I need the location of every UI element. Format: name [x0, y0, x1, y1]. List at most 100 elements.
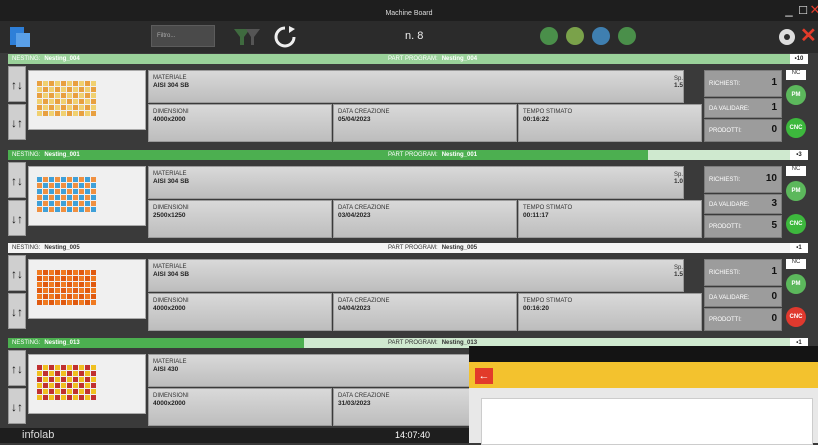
- status-edit-icon[interactable]: [566, 27, 584, 45]
- app-logo-icon[interactable]: [8, 25, 32, 49]
- nc-button[interactable]: NC: [786, 70, 806, 80]
- nesting-label: NESTING: Nesting_013: [12, 338, 80, 348]
- nesting-part-shape: [85, 195, 90, 200]
- cnc-button[interactable]: CNC: [786, 307, 806, 327]
- clock: 14:07:40: [395, 430, 431, 440]
- nesting-part-shape: [67, 183, 72, 188]
- move-up-button[interactable]: ↑↓: [8, 255, 26, 291]
- move-up-button[interactable]: ↑↓: [8, 162, 26, 198]
- status-ok-icon[interactable]: [618, 27, 636, 45]
- nesting-part-shape: [79, 389, 84, 394]
- thickness-field: Sp. 1.0: [674, 172, 683, 185]
- nesting-part-shape: [43, 105, 48, 110]
- nesting-part-shape: [91, 365, 96, 370]
- nc-button[interactable]: NC: [786, 166, 806, 176]
- creation-date-cell: DATA CREAZIONE 04/04/2023: [333, 293, 517, 331]
- nesting-thumbnail[interactable]: [28, 354, 146, 414]
- nesting-part-shape: [43, 207, 48, 212]
- nesting-part-shape: [43, 371, 48, 376]
- nesting-part-shape: [79, 383, 84, 388]
- nesting-part-shape: [37, 288, 42, 293]
- creation-date-value: 05/04/2023: [338, 116, 371, 123]
- to-validate-cell: DA VALIDARE: 1: [704, 98, 782, 118]
- nesting-part-shape: [61, 207, 66, 212]
- nesting-part-shape: [91, 395, 96, 400]
- nesting-part-shape: [43, 395, 48, 400]
- estimated-time-cell: TEMPO STIMATO 00:11:17: [518, 200, 702, 238]
- nesting-caption: NESTING:: [12, 56, 41, 62]
- nesting-part-shape: [73, 81, 78, 86]
- dimensions-caption: DIMENSIONI: [153, 298, 189, 304]
- pm-button[interactable]: PM: [786, 274, 806, 294]
- settings-icon[interactable]: [776, 26, 798, 48]
- back-arrow-icon[interactable]: ←: [475, 368, 493, 384]
- move-down-button[interactable]: ↓↑: [8, 200, 26, 236]
- nesting-part-shape: [67, 389, 72, 394]
- nesting-part-shape: [43, 81, 48, 86]
- to-validate-caption: DA VALIDARE:: [709, 106, 750, 112]
- search-input[interactable]: Filtro...: [151, 25, 215, 47]
- nesting-label: NESTING: Nesting_005: [12, 243, 80, 253]
- nesting-part-shape: [55, 111, 60, 116]
- exit-icon[interactable]: ✕: [800, 23, 817, 48]
- nesting-part-shape: [73, 195, 78, 200]
- nesting-part-shape: [43, 270, 48, 275]
- nesting-part-shape: [55, 383, 60, 388]
- nesting-part-shape: [49, 87, 54, 92]
- nesting-part-shape: [55, 300, 60, 305]
- move-up-button[interactable]: ↑↓: [8, 350, 26, 386]
- nesting-part-shape: [79, 189, 84, 194]
- nesting-name: Nesting_013: [44, 340, 80, 346]
- nesting-part-shape: [91, 383, 96, 388]
- nesting-thumbnail[interactable]: [28, 259, 146, 319]
- nesting-part-shape: [79, 276, 84, 281]
- refresh-icon[interactable]: [272, 25, 298, 49]
- move-down-button[interactable]: ↓↑: [8, 388, 26, 424]
- nesting-part-shape: [91, 207, 96, 212]
- minimize-icon[interactable]: _: [782, 3, 796, 17]
- produced-cell: PRODOTTI: 0: [704, 308, 782, 331]
- nesting-part-shape: [43, 276, 48, 281]
- close-icon[interactable]: ✕: [808, 3, 818, 17]
- nc-button[interactable]: NC: [786, 259, 806, 269]
- nesting-part-shape: [37, 105, 42, 110]
- nesting-part-shape: [37, 300, 42, 305]
- creation-date-cell: DATA CREAZIONE 03/04/2023: [333, 200, 517, 238]
- estimated-time-cell: TEMPO STIMATO 00:16:22: [518, 104, 702, 142]
- nesting-part-shape: [61, 377, 66, 382]
- nesting-part-shape: [73, 177, 78, 182]
- nesting-part-shape: [85, 189, 90, 194]
- nesting-part-shape: [43, 294, 48, 299]
- nesting-part-shape: [55, 377, 60, 382]
- status-green-icon[interactable]: [540, 27, 558, 45]
- cnc-button[interactable]: CNC: [786, 214, 806, 234]
- material-cell: MATERIALE AISI 304 SB: [148, 70, 684, 103]
- nesting-part-shape: [73, 270, 78, 275]
- nesting-part-shape: [91, 201, 96, 206]
- nesting-part-shape: [55, 276, 60, 281]
- nesting-part-shape: [67, 93, 72, 98]
- nesting-part-shape: [55, 183, 60, 188]
- part-program-caption: PART PROGRAM:: [388, 340, 438, 346]
- thickness-value: 1.5: [674, 82, 684, 89]
- dimensions-cell: DIMENSIONI 4000x2000: [148, 388, 332, 426]
- move-up-button[interactable]: ↑↓: [8, 66, 26, 102]
- cnc-button[interactable]: CNC: [786, 118, 806, 138]
- nesting-part-shape: [37, 377, 42, 382]
- filter-icon[interactable]: [232, 27, 262, 47]
- nesting-part-shape: [67, 87, 72, 92]
- nesting-part-shape: [43, 365, 48, 370]
- nesting-part-shape: [73, 201, 78, 206]
- move-down-button[interactable]: ↓↑: [8, 104, 26, 140]
- cloud-icon[interactable]: [592, 27, 610, 45]
- nesting-thumbnail[interactable]: [28, 70, 146, 130]
- pm-button[interactable]: PM: [786, 85, 806, 105]
- move-down-button[interactable]: ↓↑: [8, 293, 26, 329]
- nesting-part-shape: [55, 81, 60, 86]
- part-program-name: Nesting_004: [441, 56, 478, 62]
- panel-toolbar: [469, 362, 818, 388]
- nesting-part-shape: [55, 105, 60, 110]
- nesting-thumbnail[interactable]: [28, 166, 146, 226]
- dimensions-cell: DIMENSIONI 2500x1250: [148, 200, 332, 238]
- pm-button[interactable]: PM: [786, 181, 806, 201]
